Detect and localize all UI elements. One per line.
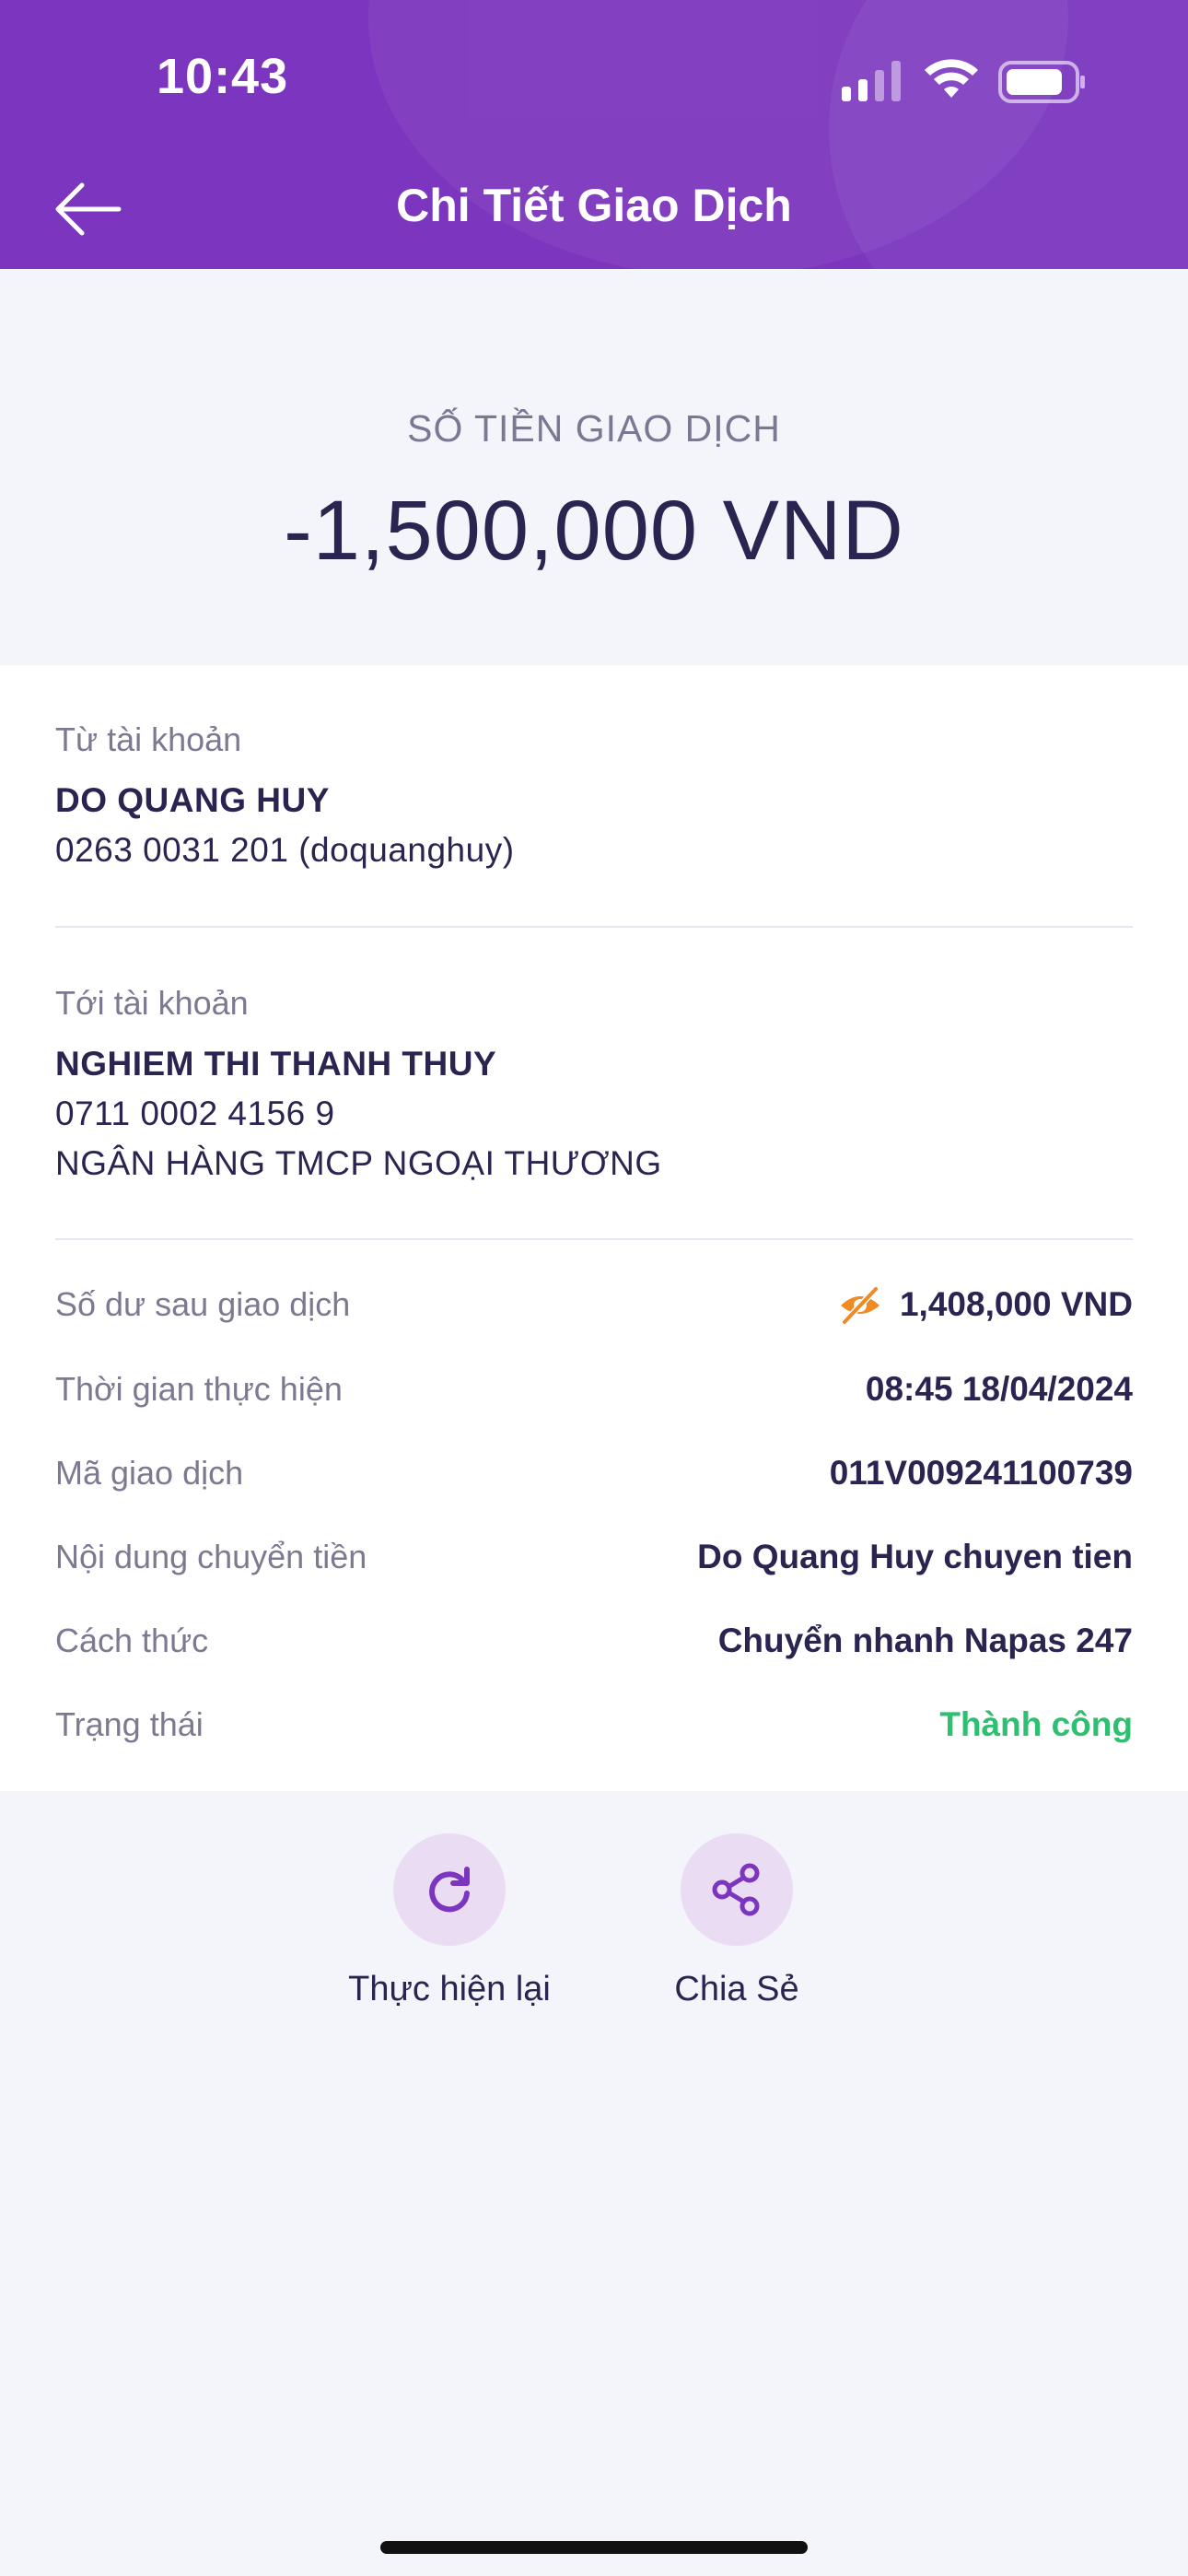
detail-row-method: Cách thức Chuyển nhanh Napas 247	[55, 1615, 1133, 1667]
share-button-circle[interactable]	[681, 1833, 793, 1946]
from-account-label: Từ tài khoản	[55, 720, 242, 758]
detail-row-content: Nội dung chuyển tiền Do Quang Huy chuyen…	[55, 1531, 1133, 1583]
divider	[55, 1238, 1133, 1240]
detail-key: Mã giao dịch	[55, 1454, 244, 1492]
status-bar-icons	[842, 59, 1085, 103]
wifi-icon	[925, 59, 978, 98]
page-title: Chi Tiết Giao Dịch	[396, 180, 792, 231]
detail-row-transaction-id: Mã giao dịch 011V009241100739	[55, 1447, 1133, 1499]
redo-button[interactable]: Thực hiện lại	[311, 1833, 588, 2009]
to-account-name: NGHIEM THI THANH THUY	[55, 1045, 497, 1083]
home-indicator[interactable]	[380, 2541, 808, 2554]
share-icon	[712, 1863, 760, 1916]
redo-button-circle[interactable]	[393, 1833, 506, 1946]
detail-key: Thời gian thực hiện	[55, 1370, 343, 1408]
amount-section: SỐ TIỀN GIAO DỊCH -1,500,000 VND	[0, 269, 1188, 665]
detail-row-balance: Số dư sau giao dịch 1,408,000 VND	[55, 1279, 1133, 1330]
detail-row-time: Thời gian thực hiện 08:45 18/04/2024	[55, 1364, 1133, 1415]
to-bank-name: NGÂN HÀNG TMCP NGOẠI THƯƠNG	[55, 1144, 662, 1182]
detail-value: Chuyển nhanh Napas 247	[717, 1622, 1133, 1659]
cellular-signal-icon	[842, 61, 901, 101]
from-account-number: 0263 0031 201 (doquanghuy)	[55, 831, 515, 869]
refresh-icon	[429, 1867, 470, 1913]
detail-value: 08:45 18/04/2024	[865, 1370, 1133, 1408]
detail-value: Do Quang Huy chuyen tien	[697, 1538, 1133, 1575]
detail-value: 1,408,000 VND	[837, 1282, 1133, 1328]
battery-icon	[998, 61, 1085, 103]
redo-label: Thực hiện lại	[348, 1970, 551, 2008]
detail-key: Cách thức	[55, 1622, 209, 1659]
detail-key: Số dư sau giao dịch	[55, 1285, 351, 1323]
status-time: 10:43	[157, 49, 289, 104]
transaction-details-card: Từ tài khoản DO QUANG HUY 0263 0031 201 …	[0, 665, 1188, 1791]
detail-key: Trạng thái	[55, 1705, 204, 1743]
detail-key: Nội dung chuyển tiền	[55, 1538, 367, 1575]
detail-value: 011V009241100739	[829, 1454, 1133, 1492]
balance-after-value: 1,408,000 VND	[899, 1285, 1133, 1323]
amount-label: SỐ TIỀN GIAO DỊCH	[407, 407, 781, 450]
eye-off-icon[interactable]	[837, 1282, 883, 1328]
status-value: Thành công	[939, 1705, 1133, 1743]
amount-value: -1,500,000 VND	[284, 484, 904, 578]
detail-row-status: Trạng thái Thành công	[55, 1699, 1133, 1751]
divider	[55, 926, 1133, 928]
app-header: 10:43 Chi Tiết Giao Dịch	[0, 0, 1188, 269]
share-button[interactable]: Chia Sẻ	[599, 1833, 875, 2009]
share-label: Chia Sẻ	[674, 1970, 799, 2008]
to-account-label: Tới tài khoản	[55, 984, 249, 1022]
to-account-number: 0711 0002 4156 9	[55, 1095, 335, 1132]
from-account-name: DO QUANG HUY	[55, 781, 330, 819]
